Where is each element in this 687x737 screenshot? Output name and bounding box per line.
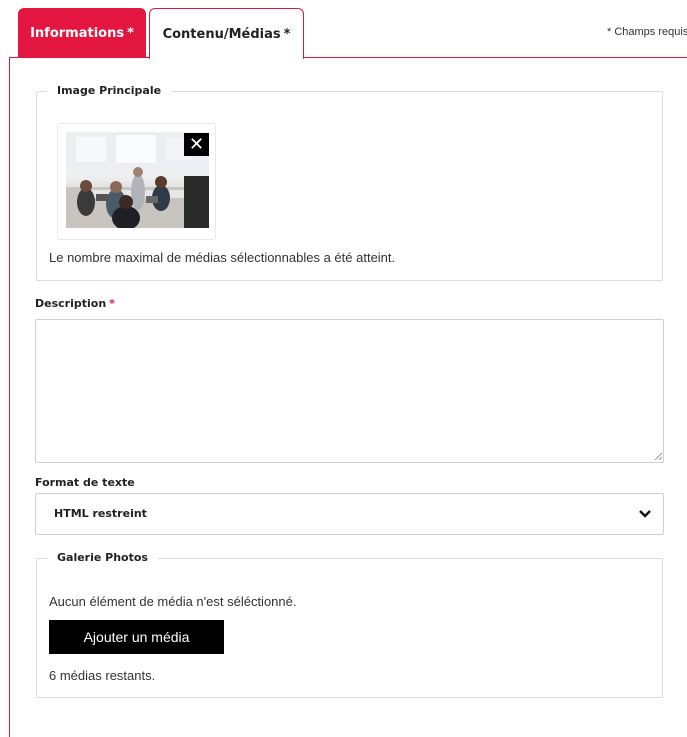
- required-marker: *: [127, 25, 134, 41]
- chevron-down-icon: [639, 510, 651, 518]
- tab-contenu-medias[interactable]: Contenu/Médias *: [149, 8, 304, 59]
- galerie-photos-fieldset: Galerie Photos Aucun élément de média n'…: [36, 551, 663, 698]
- remaining-media-text: 6 médias restants.: [49, 668, 156, 683]
- required-marker: *: [109, 297, 115, 310]
- resize-handle-icon[interactable]: [654, 452, 662, 460]
- add-media-button[interactable]: Ajouter un média: [49, 620, 224, 654]
- description-label: Description *: [35, 297, 115, 310]
- media-item: ✕: [57, 123, 216, 240]
- fieldset-legend: Image Principale: [47, 84, 172, 97]
- text-format-select[interactable]: HTML restreint: [35, 493, 664, 535]
- tab-label: Contenu/Médias: [162, 26, 281, 42]
- required-fields-note: * Champs requis: [607, 26, 687, 38]
- tab-informations[interactable]: Informations *: [18, 8, 146, 58]
- max-media-message: Le nombre maximal de médias sélectionnab…: [49, 250, 396, 265]
- tab-label: Informations: [30, 25, 125, 41]
- remove-media-button[interactable]: ✕: [184, 133, 209, 156]
- close-icon: ✕: [188, 134, 205, 155]
- no-media-message: Aucun élément de média n'est séléctionné…: [49, 594, 297, 609]
- description-textarea[interactable]: [35, 319, 664, 463]
- tab-divider-gap: [150, 57, 303, 59]
- selected-format: HTML restreint: [54, 507, 147, 520]
- label-text: Description: [35, 297, 107, 310]
- image-principale-fieldset: Image Principale ✕ Le nombre maximal de …: [36, 84, 663, 281]
- fieldset-legend: Galerie Photos: [47, 551, 158, 564]
- format-label: Format de texte: [35, 476, 135, 489]
- required-marker: *: [283, 26, 291, 42]
